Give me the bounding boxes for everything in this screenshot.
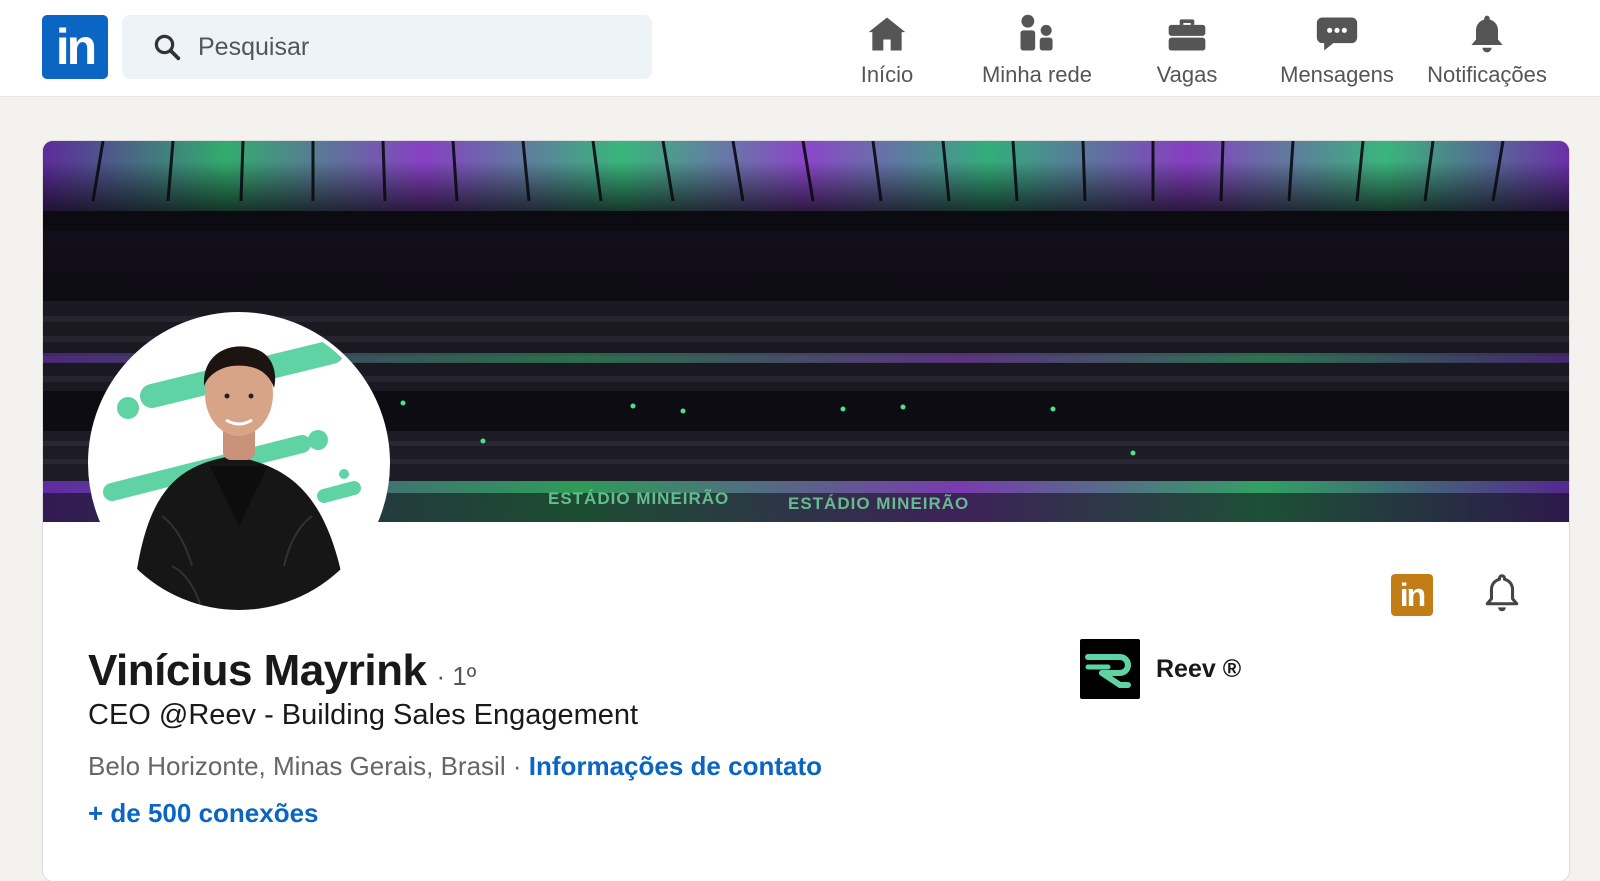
- search-icon: [154, 34, 181, 61]
- profile-location: Belo Horizonte, Minas Gerais, Brasil: [88, 751, 506, 781]
- connections-link[interactable]: + de 500 conexões: [88, 798, 319, 829]
- search-input[interactable]: [198, 32, 638, 62]
- follow-bell-icon[interactable]: [1479, 569, 1525, 617]
- banner-text-1: ESTÁDIO MINEIRÃO: [548, 488, 729, 508]
- top-navigation-bar: in Início Minha rede Vagas: [0, 0, 1600, 97]
- nav-label-notifications: Notificações: [1427, 62, 1547, 87]
- reev-logo-mark: [1085, 654, 1131, 688]
- contact-info-link[interactable]: Informações de contato: [529, 751, 822, 781]
- nav-label-home: Início: [860, 62, 914, 87]
- bell-icon: [1471, 15, 1503, 53]
- profile-photo[interactable]: [88, 312, 390, 614]
- connection-degree: · 1º: [436, 661, 477, 691]
- profile-card: ESTÁDIO MINEIRÃO ESTÁDIO MINEIRÃO in Vin…: [43, 141, 1569, 881]
- premium-linkedin-badge[interactable]: in: [1391, 574, 1433, 616]
- nav-item-notifications[interactable]: Notificações: [1412, 10, 1562, 90]
- nav-item-network[interactable]: Minha rede: [962, 10, 1112, 90]
- nav-item-jobs[interactable]: Vagas: [1112, 10, 1262, 90]
- profile-name-row: Vinícius Mayrink · 1º: [88, 646, 476, 696]
- reev-logo: [1080, 639, 1140, 699]
- home-icon: [868, 17, 906, 51]
- location-row: Belo Horizonte, Minas Gerais, Brasil · I…: [88, 751, 822, 782]
- linkedin-logo[interactable]: in: [42, 15, 108, 79]
- current-company[interactable]: Reev ®: [1080, 639, 1241, 699]
- messages-icon: [1316, 17, 1358, 51]
- company-name: Reev ®: [1156, 654, 1242, 683]
- nav-label-jobs: Vagas: [1156, 62, 1218, 87]
- search-box[interactable]: [122, 15, 652, 79]
- nav-item-messages[interactable]: Mensagens: [1262, 10, 1412, 90]
- network-icon: [1020, 14, 1053, 51]
- profile-name: Vinícius Mayrink: [88, 646, 427, 695]
- nav-label-network: Minha rede: [981, 62, 1093, 87]
- banner-text-2: ESTÁDIO MINEIRÃO: [788, 493, 969, 513]
- nav-label-messages: Mensagens: [1280, 62, 1394, 87]
- nav-item-home[interactable]: Início: [812, 10, 962, 90]
- location-separator: ·: [505, 751, 529, 781]
- briefcase-icon: [1168, 19, 1206, 51]
- profile-photo-illustration: [92, 316, 386, 610]
- profile-headline: CEO @Reev - Building Sales Engagement: [88, 699, 639, 731]
